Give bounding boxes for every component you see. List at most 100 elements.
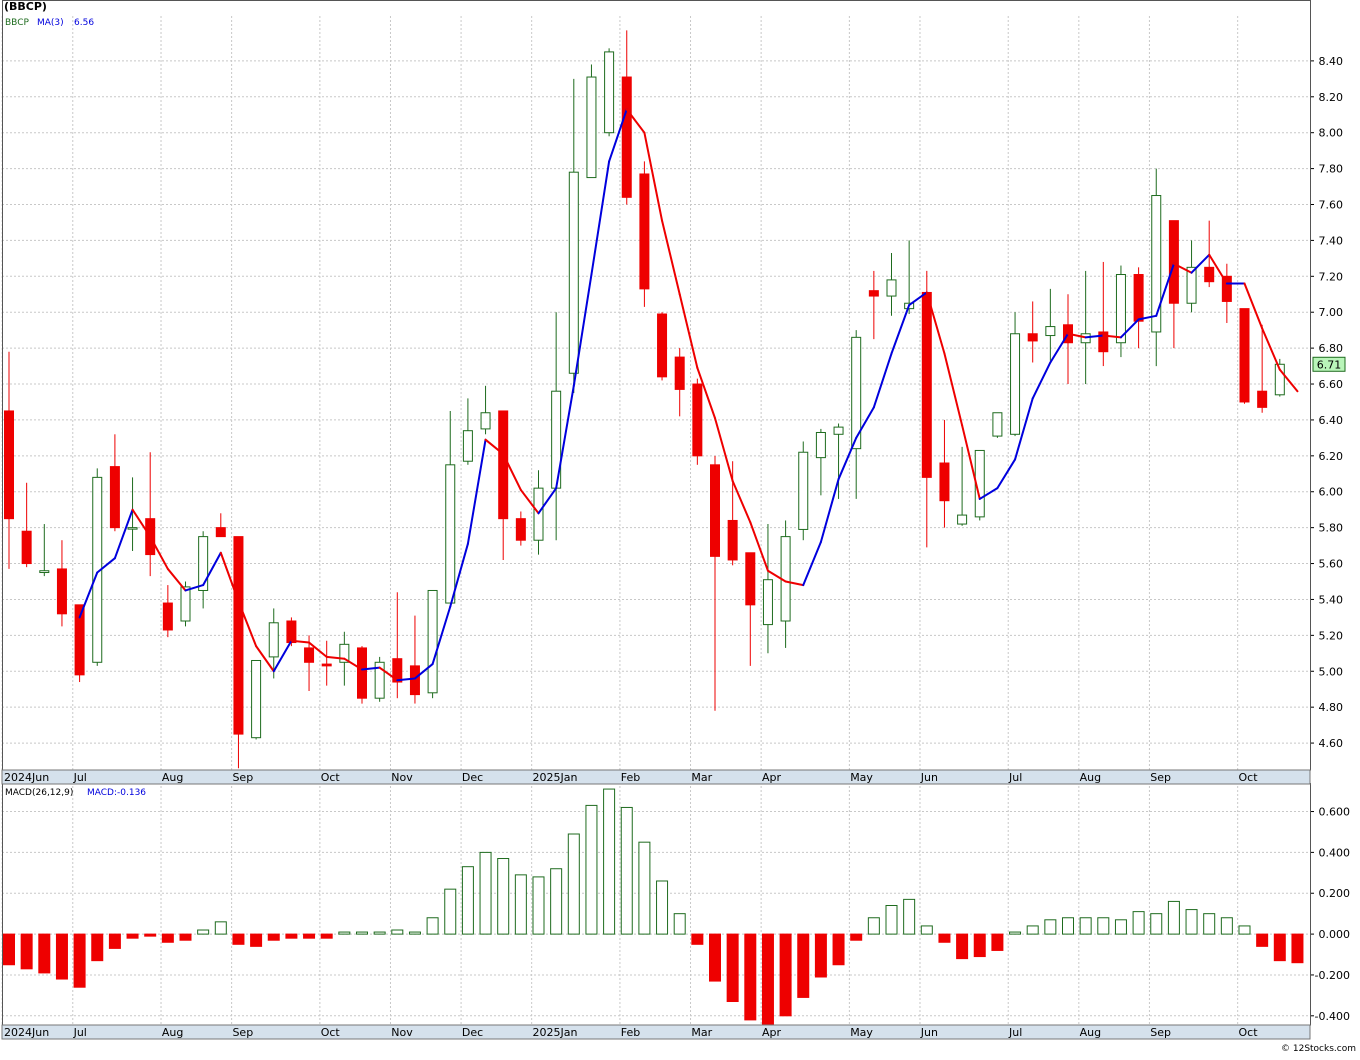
macd-bar-positive xyxy=(920,925,933,935)
candle-down xyxy=(621,76,632,198)
macd-bar-positive xyxy=(1132,911,1145,935)
month-label: Jun xyxy=(920,1026,938,1039)
macd-bar-positive xyxy=(514,874,527,935)
month-label: May xyxy=(850,1026,873,1039)
candle-down xyxy=(639,173,650,290)
macd-tick-label: -0.400 xyxy=(1315,1010,1350,1023)
price-tick-label: 7.40 xyxy=(1319,234,1344,247)
macd-bar-negative xyxy=(991,933,1004,951)
candle-down xyxy=(868,290,879,297)
month-label: 2025Jan xyxy=(533,771,578,784)
macd-bar-negative xyxy=(250,933,263,947)
stock-chart-svg: 4.60 4.80 5.00 5.20 5.40 5.60 5.80 6.00 6.20 6.40… xyxy=(0,0,1360,1056)
macd-bar-positive xyxy=(1114,919,1127,935)
candle-down xyxy=(692,383,703,457)
candle-down xyxy=(1239,308,1250,403)
month-label: Sep xyxy=(1150,771,1171,784)
price-tick-label: 7.20 xyxy=(1319,270,1344,283)
macd-bar-negative xyxy=(161,933,174,943)
macd-bar-positive xyxy=(1044,919,1057,935)
candle-up xyxy=(39,570,50,574)
price-tick-label: 4.80 xyxy=(1319,701,1344,714)
price-tick-label: 4.60 xyxy=(1319,737,1344,750)
macd-bar-positive xyxy=(532,876,545,935)
candle-down xyxy=(674,356,685,390)
candle-down xyxy=(1204,266,1215,283)
macd-bar-negative xyxy=(850,933,863,941)
macd-bar-positive xyxy=(1079,917,1092,935)
macd-bar-negative xyxy=(761,933,774,1027)
macd-bar-positive xyxy=(1150,913,1163,935)
candle-down xyxy=(1257,390,1268,408)
candle-down xyxy=(939,462,950,502)
candle-up xyxy=(568,171,579,374)
legend-ma-value: 6.56 xyxy=(74,18,94,28)
candle-down xyxy=(657,313,668,378)
month-label: Oct xyxy=(321,1026,341,1039)
month-axis-band xyxy=(1,1024,1311,1040)
macd-bar-positive xyxy=(1185,909,1198,935)
candle-down xyxy=(233,536,244,735)
macd-bar-positive xyxy=(1238,925,1251,935)
candle-up xyxy=(1115,274,1126,344)
price-tick-label: 8.00 xyxy=(1319,127,1344,140)
candle-up xyxy=(480,412,491,430)
price-tick-label: 5.80 xyxy=(1319,522,1344,535)
macd-bar-negative xyxy=(1273,933,1286,962)
candle-down xyxy=(162,602,173,631)
price-tick-label: 6.20 xyxy=(1319,450,1344,463)
macd-bar-positive xyxy=(444,888,457,935)
month-label: Oct xyxy=(1239,771,1259,784)
month-label: Dec xyxy=(462,771,483,784)
macd-bar-positive xyxy=(197,929,210,935)
macd-bar-positive xyxy=(356,931,368,935)
macd-bar-positive xyxy=(373,931,386,935)
macd-bar-negative xyxy=(267,933,280,941)
macd-bar-positive xyxy=(567,833,580,935)
candle-down xyxy=(727,519,738,561)
price-tick-label: 7.80 xyxy=(1319,163,1344,176)
macd-bar-negative xyxy=(814,933,827,978)
candle-down xyxy=(4,410,14,520)
month-label: Dec xyxy=(462,1026,483,1039)
month-label: Aug xyxy=(162,1026,183,1039)
macd-bar-negative xyxy=(956,933,969,960)
macd-bar-negative xyxy=(73,933,86,988)
macd-bar-negative xyxy=(726,933,739,1003)
price-tick-label: 5.20 xyxy=(1319,629,1344,642)
legend-symbol: BBCP xyxy=(5,18,29,28)
candle-down xyxy=(109,466,120,529)
candle-up xyxy=(815,431,826,459)
macd-bar-positive xyxy=(214,921,227,935)
month-label: Feb xyxy=(621,1026,640,1039)
macd-bar-positive xyxy=(1009,931,1022,935)
macd-bar-positive xyxy=(391,929,404,935)
macd-bar-negative xyxy=(144,933,157,937)
macd-tick-label: 0.400 xyxy=(1319,846,1351,859)
macd-label: MACD(26,12,9) xyxy=(5,788,73,798)
macd-bar-positive xyxy=(638,841,651,935)
macd-bar-positive xyxy=(1203,913,1216,935)
macd-bar-positive xyxy=(479,851,492,935)
candle-down xyxy=(745,552,756,606)
candle-down xyxy=(515,518,526,541)
candle-up xyxy=(1151,195,1162,333)
macd-tick-label: 0.200 xyxy=(1319,887,1351,900)
macd-bar-positive xyxy=(885,905,898,935)
candle-up xyxy=(198,536,209,591)
candle-up xyxy=(445,464,456,604)
last-price-label: 6.71 xyxy=(1317,358,1342,371)
price-tick-label: 6.40 xyxy=(1319,414,1344,427)
price-tick-label: 8.40 xyxy=(1319,55,1344,68)
macd-bar-positive xyxy=(550,868,563,935)
macd-bar-positive xyxy=(497,858,510,935)
macd-bar-negative xyxy=(3,933,15,966)
macd-tick-label: 0.000 xyxy=(1319,928,1351,941)
month-label: Oct xyxy=(321,771,341,784)
candle-down xyxy=(1027,333,1038,342)
candle-down xyxy=(1133,274,1144,322)
macd-bar-negative xyxy=(779,933,792,1017)
macd-tick-label: -0.200 xyxy=(1315,969,1350,982)
candle-up xyxy=(251,659,262,739)
month-label: 2024Jun xyxy=(4,1026,49,1039)
